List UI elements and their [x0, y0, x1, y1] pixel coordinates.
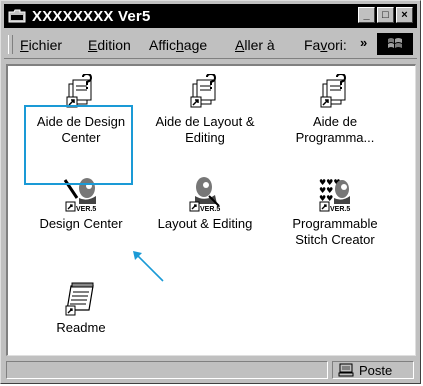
- status-zone-pane: Poste: [332, 361, 414, 379]
- computer-icon: [338, 363, 354, 377]
- shortcut-label: Layout & Editing: [157, 216, 253, 231]
- status-message-pane: [6, 361, 328, 379]
- folder-icon: [8, 8, 28, 24]
- menu-edition[interactable]: Edition: [88, 37, 131, 53]
- shortcut-programmable-stitch-creator[interactable]: ♥♥♥ ♥♥ ♥♥ VER.5 Programmable Stitch Crea…: [280, 176, 390, 248]
- pointer-arrow-icon: [133, 251, 164, 282]
- shortcut-layout-editing[interactable]: VER.5 Layout & Editing: [150, 176, 260, 232]
- shortcut-label: Aide de Programma...: [295, 114, 375, 145]
- selection-highlight: [24, 105, 133, 185]
- menu-favoris[interactable]: Favori:: [304, 37, 347, 53]
- svg-text:VER.5: VER.5: [76, 206, 96, 212]
- shortcut-readme[interactable]: Readme: [26, 280, 136, 336]
- close-button[interactable]: ×: [396, 7, 413, 23]
- maximize-button[interactable]: □: [377, 7, 394, 23]
- windows-logo-icon: [377, 33, 413, 55]
- svg-text:VER.5: VER.5: [200, 206, 220, 212]
- minimize-button[interactable]: _: [358, 7, 375, 23]
- shortcut-label: Programmable Stitch Creator: [292, 216, 378, 247]
- menu-aller-a[interactable]: Aller à: [235, 37, 275, 53]
- shortcut-label: Design Center: [39, 216, 123, 231]
- explorer-window: XXXXXXXX Ver5 _ □ × Fichier Edition Affi…: [0, 0, 421, 384]
- menu-fichier[interactable]: Fichier: [20, 37, 62, 53]
- layout-editing-app-icon: VER.5: [187, 176, 223, 213]
- shortcut-label: Aide de Layout & Editing: [155, 114, 255, 145]
- shortcut-aide-layout-editing[interactable]: Aide de Layout & Editing: [150, 72, 260, 146]
- stitch-creator-app-icon: ♥♥♥ ♥♥ ♥♥ VER.5: [317, 176, 353, 213]
- menu-bar: Fichier Edition Affichage Aller à Favori…: [4, 31, 417, 59]
- menu-affichage[interactable]: Affichage: [149, 37, 207, 53]
- window-title: XXXXXXXX Ver5: [32, 7, 151, 25]
- title-bar[interactable]: XXXXXXXX Ver5 _ □ ×: [4, 4, 417, 28]
- help-file-icon: [187, 72, 223, 110]
- shortcut-label: Readme: [56, 320, 106, 335]
- shortcut-aide-programmable[interactable]: Aide de Programma...: [280, 72, 390, 146]
- status-bar: Poste: [4, 359, 417, 381]
- menu-overflow-chevron[interactable]: »: [360, 35, 367, 50]
- menu-grip[interactable]: [8, 35, 13, 54]
- readme-notepad-icon: [63, 280, 99, 316]
- help-file-icon: [317, 72, 353, 110]
- svg-text:VER.5: VER.5: [330, 206, 350, 212]
- status-zone-label: Poste: [359, 362, 393, 378]
